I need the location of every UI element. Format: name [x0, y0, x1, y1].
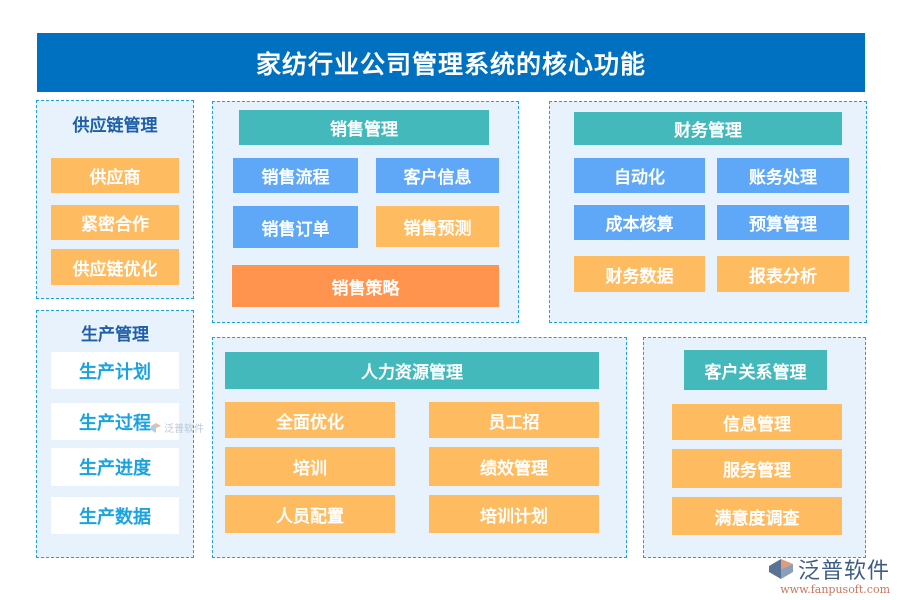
header-finance: 财务管理 [574, 112, 842, 145]
box-supply-chain-optimization: 供应链优化 [51, 249, 179, 285]
box-full-optimization: 全面优化 [225, 402, 395, 438]
box-info-management: 信息管理 [672, 404, 842, 440]
brand-logo: 泛普软件 www.fanpusoft.com [768, 553, 890, 596]
box-sales-strategy: 销售策略 [232, 265, 499, 307]
header-sales: 销售管理 [239, 110, 489, 145]
box-sales-order: 销售订单 [233, 206, 358, 248]
box-customer-info: 客户信息 [376, 158, 499, 193]
box-financial-data: 财务数据 [574, 256, 705, 292]
fanpu-logo-icon [151, 422, 161, 433]
box-production-plan: 生产计划 [51, 352, 179, 389]
logo-text: 泛普软件 [798, 559, 891, 584]
watermark: 泛普软件 [150, 420, 204, 435]
box-cost-accounting: 成本核算 [574, 205, 705, 240]
logo-url[interactable]: www.fanpusoft.com [780, 583, 890, 596]
panel-finance: 财务管理 自动化 账务处理 成本核算 预算管理 财务数据 报表分析 [549, 101, 867, 323]
box-performance-management: 绩效管理 [429, 447, 599, 486]
panel-label-supply-chain: 供应链管理 [72, 116, 158, 136]
box-training: 培训 [225, 447, 395, 486]
header-hr: 人力资源管理 [225, 352, 599, 389]
panel-hr: 人力资源管理 全面优化 员工招 培训 绩效管理 人员配置 培训计划 [212, 337, 627, 558]
box-sales-process: 销售流程 [233, 158, 358, 193]
box-automation: 自动化 [574, 158, 705, 193]
header-crm: 客户关系管理 [684, 350, 827, 390]
box-training-plan: 培训计划 [429, 495, 599, 533]
box-accounting: 账务处理 [717, 158, 849, 193]
fanpu-logo-icon [769, 559, 793, 579]
box-recruitment: 员工招 [429, 402, 599, 438]
box-production-progress: 生产进度 [51, 448, 179, 486]
box-supplier: 供应商 [51, 158, 179, 193]
box-close-cooperation: 紧密合作 [51, 205, 179, 240]
panel-label-production: 生产管理 [81, 325, 149, 345]
box-budget-management: 预算管理 [717, 205, 849, 240]
box-production-data: 生产数据 [51, 497, 179, 534]
box-sales-forecast: 销售预测 [376, 206, 499, 247]
panel-crm: 客户关系管理 信息管理 服务管理 满意度调查 [643, 337, 866, 558]
box-report-analysis: 报表分析 [717, 256, 849, 292]
page-title: 家纺行业公司管理系统的核心功能 [37, 33, 865, 92]
box-service-management: 服务管理 [672, 449, 842, 488]
panel-sales: 销售管理 销售流程 客户信息 销售订单 销售预测 销售策略 [212, 101, 519, 323]
panel-supply-chain: 供应链管理 供应商 紧密合作 供应链优化 [36, 100, 194, 299]
box-staffing: 人员配置 [225, 495, 395, 533]
box-satisfaction-survey: 满意度调查 [672, 497, 842, 535]
watermark-text: 泛普软件 [164, 424, 204, 435]
